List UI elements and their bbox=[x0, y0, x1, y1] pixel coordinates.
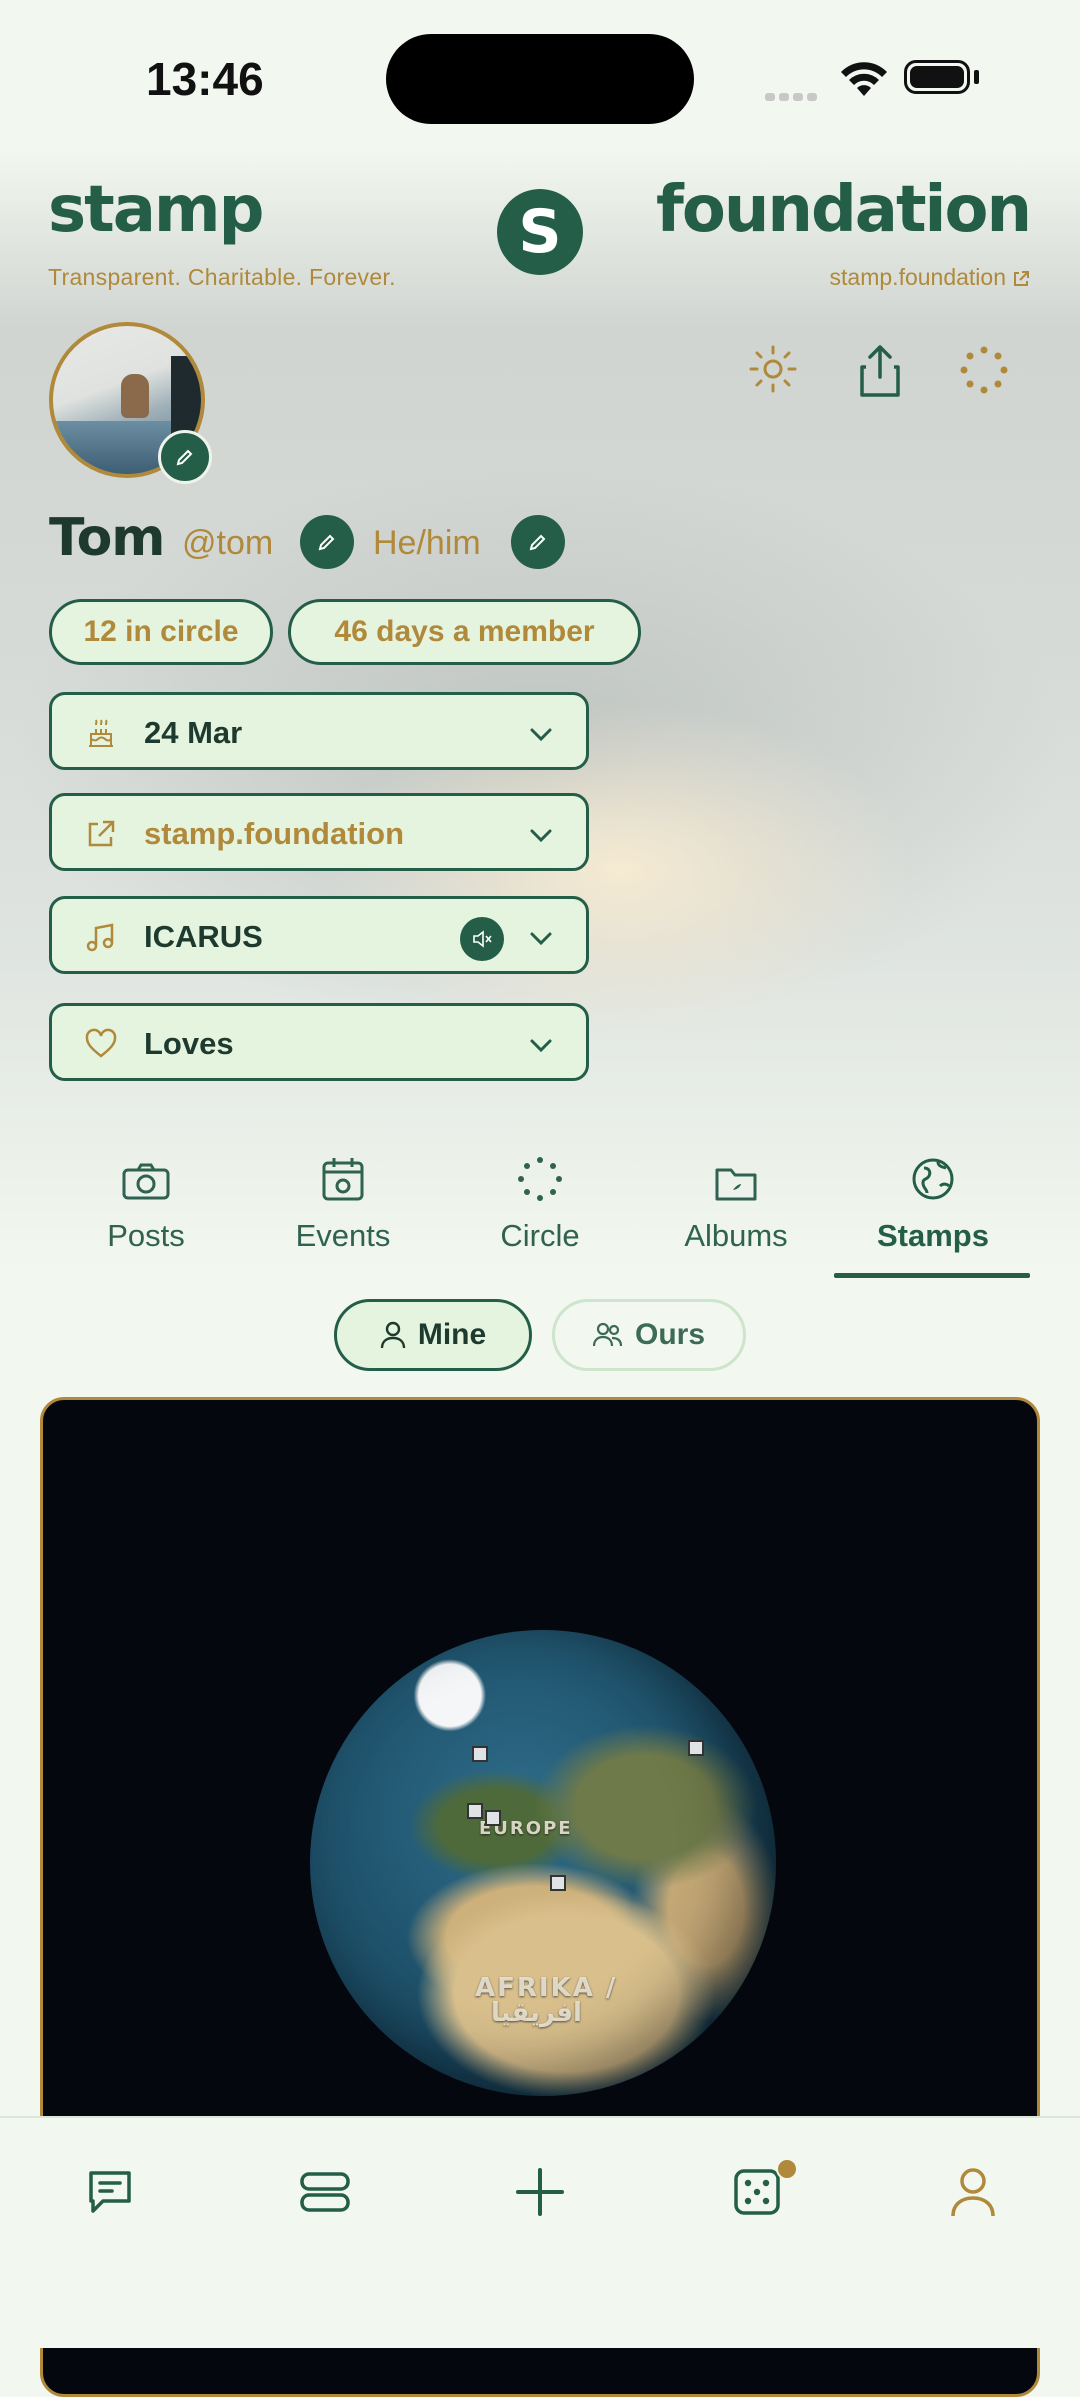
chevron-down-icon bbox=[530, 829, 552, 843]
nav-feed[interactable] bbox=[295, 2162, 355, 2222]
stamp-marker[interactable] bbox=[472, 1746, 488, 1762]
stamp-marker[interactable] bbox=[550, 1875, 566, 1891]
website-label[interactable]: stamp.foundation bbox=[144, 816, 404, 852]
edit-pronouns-button[interactable] bbox=[511, 515, 565, 569]
notification-dot bbox=[776, 2158, 798, 2180]
chevron-down-icon bbox=[530, 932, 552, 946]
folder-icon bbox=[715, 1168, 757, 1201]
people-icon bbox=[592, 1322, 623, 1347]
nav-chat[interactable] bbox=[80, 2162, 140, 2222]
pencil-icon bbox=[318, 534, 335, 551]
birthday-row[interactable]: 24 Mar bbox=[49, 692, 589, 770]
share-icon[interactable] bbox=[854, 343, 906, 399]
speaker-muted-icon bbox=[473, 930, 492, 948]
logo[interactable]: S bbox=[497, 189, 583, 275]
site-link[interactable]: stamp.foundation bbox=[656, 264, 1030, 291]
tab-posts[interactable]: Posts bbox=[61, 1150, 231, 1254]
member-days-chip[interactable]: 46 days a member bbox=[288, 599, 641, 665]
tagline: Transparent. Charitable. Forever. bbox=[48, 264, 396, 290]
external-link-icon bbox=[88, 820, 115, 847]
brand-left: stamp Transparent. Charitable. Forever. bbox=[48, 178, 396, 291]
stamp-marker[interactable] bbox=[467, 1803, 483, 1819]
mute-button[interactable] bbox=[460, 917, 504, 961]
chevron-down-icon bbox=[530, 1039, 552, 1053]
segment-ours[interactable]: Ours bbox=[552, 1299, 746, 1371]
external-link-icon bbox=[1014, 270, 1029, 286]
stamp-marker[interactable] bbox=[485, 1810, 501, 1826]
tab-circle[interactable]: Circle bbox=[455, 1150, 625, 1254]
status-time: 13:46 bbox=[146, 53, 264, 105]
globe-icon bbox=[912, 1158, 954, 1200]
heart-icon bbox=[85, 1028, 117, 1058]
nav-profile[interactable] bbox=[943, 2162, 1003, 2222]
chevron-down-icon bbox=[530, 728, 552, 742]
nav-create[interactable] bbox=[510, 2162, 570, 2222]
profile-name: Tom bbox=[49, 508, 165, 568]
circle-dots-icon bbox=[518, 1157, 562, 1201]
pencil-icon bbox=[529, 534, 546, 551]
wifi-icon bbox=[841, 62, 887, 96]
loves-row[interactable]: Loves bbox=[49, 1003, 589, 1081]
music-label: ICARUS bbox=[144, 919, 263, 954]
camera-icon bbox=[122, 1163, 170, 1200]
profile-tabs: Posts Events Circle Albums Stamps bbox=[0, 1150, 1080, 1280]
calendar-icon bbox=[322, 1158, 364, 1201]
profile-pronouns: He/him bbox=[373, 524, 481, 562]
tab-albums[interactable]: Albums bbox=[651, 1150, 821, 1254]
profile-handle: @tom bbox=[182, 524, 274, 562]
tab-stamps[interactable]: Stamps bbox=[848, 1150, 1018, 1254]
website-row[interactable]: stamp.foundation bbox=[49, 793, 589, 871]
plus-icon bbox=[516, 2168, 564, 2216]
active-tab-indicator bbox=[834, 1273, 1030, 1278]
music-icon bbox=[86, 923, 114, 952]
dynamic-island bbox=[386, 34, 694, 124]
birthday-label: 24 Mar bbox=[144, 715, 243, 750]
pencil-icon bbox=[176, 449, 193, 466]
edit-handle-button[interactable] bbox=[300, 515, 354, 569]
bottom-nav bbox=[0, 2116, 1080, 2348]
brand-right: foundation stamp.foundation bbox=[656, 173, 1032, 291]
battery-icon bbox=[904, 60, 970, 94]
brand-word-stamp: stamp bbox=[48, 173, 264, 247]
status-bar: 13:46 bbox=[0, 0, 1080, 150]
segment-mine[interactable]: Mine bbox=[334, 1299, 532, 1371]
chat-icon bbox=[89, 2171, 131, 2213]
tab-events[interactable]: Events bbox=[258, 1150, 428, 1254]
circle-count-chip[interactable]: 12 in circle bbox=[49, 599, 273, 665]
dice-icon bbox=[734, 2169, 780, 2215]
cake-icon bbox=[89, 719, 113, 747]
signal-icon bbox=[765, 86, 825, 101]
stamp-marker[interactable] bbox=[688, 1740, 704, 1756]
music-row[interactable]: ICARUS bbox=[49, 896, 589, 974]
loading-icon[interactable] bbox=[958, 344, 1010, 396]
stack-icon bbox=[300, 2172, 350, 2212]
loves-label: Loves bbox=[144, 1026, 234, 1061]
globe-label-africa-arabic: افريقيا bbox=[491, 1998, 582, 2028]
profile-icon bbox=[951, 2168, 995, 2217]
person-icon bbox=[380, 1321, 406, 1349]
sun-icon[interactable] bbox=[747, 343, 799, 395]
edit-avatar-button[interactable] bbox=[158, 430, 212, 484]
brand-word-foundation: foundation bbox=[656, 173, 1032, 247]
